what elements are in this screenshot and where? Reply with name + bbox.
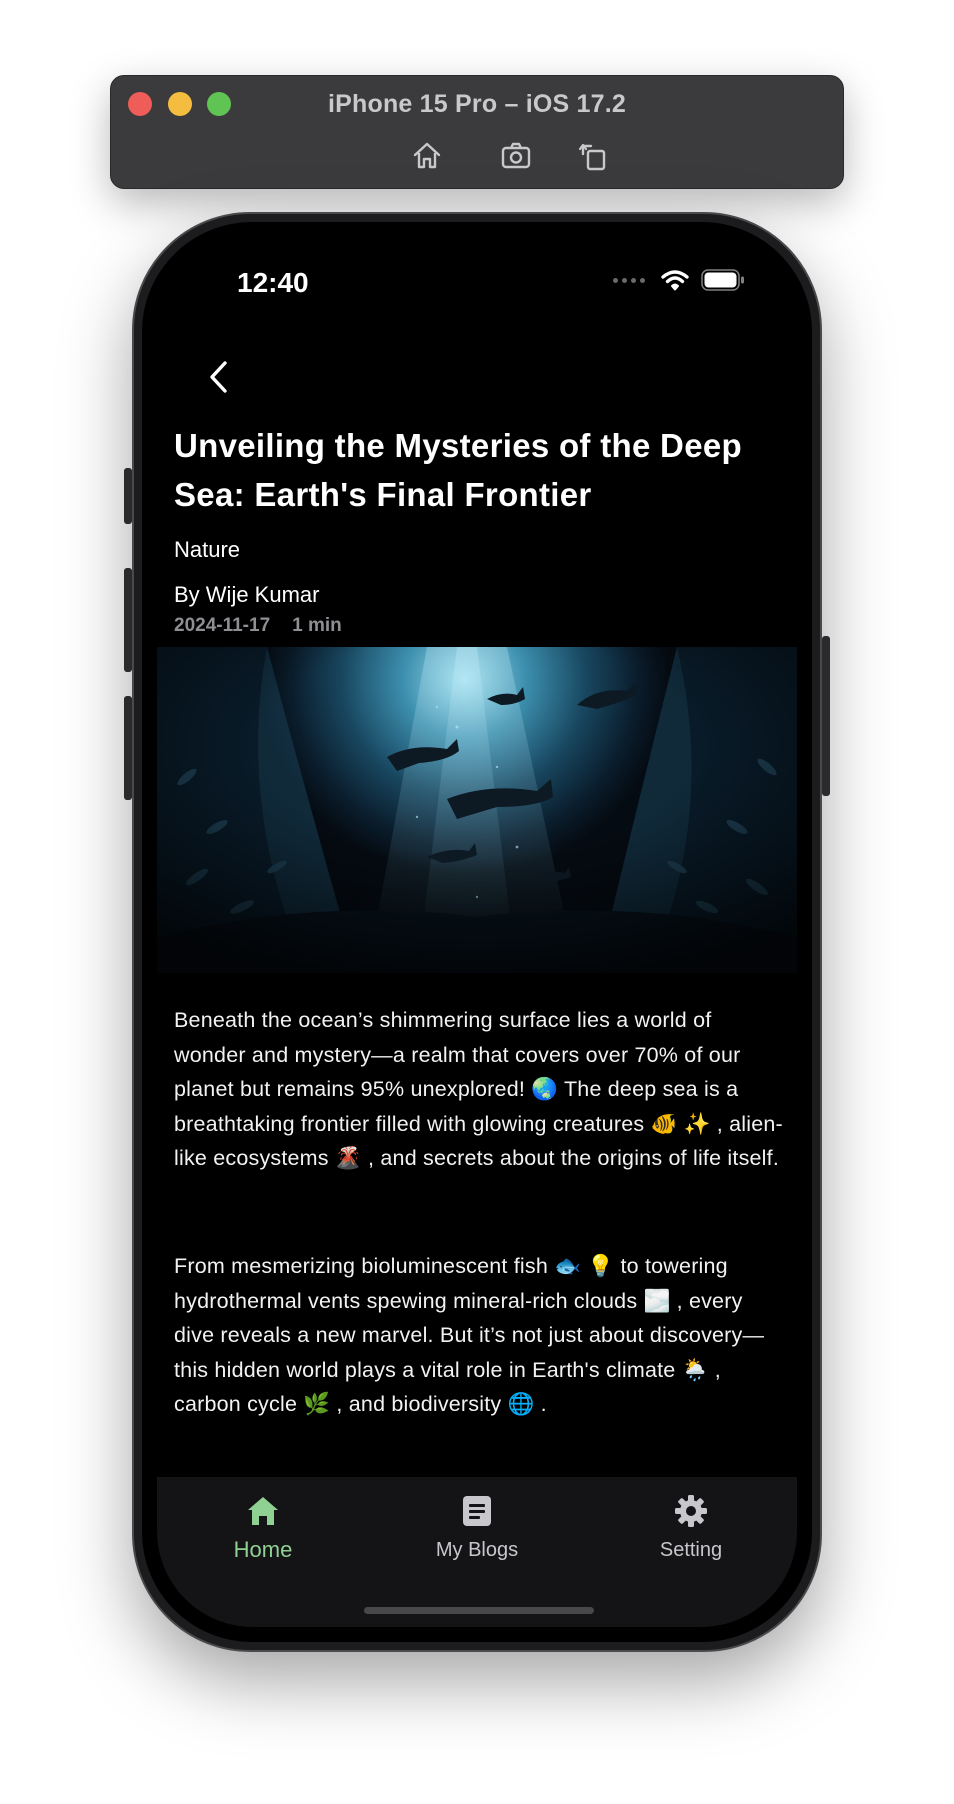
phone-screen: 12:40 Unveiling the Mysteries of the Dee… xyxy=(157,237,797,1627)
volume-up-button xyxy=(124,568,132,672)
home-icon xyxy=(413,142,441,169)
tab-label: Home xyxy=(233,1537,293,1562)
rotate-icon xyxy=(578,143,606,171)
simulator-title-bar: iPhone 15 Pro – iOS 17.2 xyxy=(110,75,844,189)
tab-my-blogs[interactable]: My Blogs xyxy=(397,1491,557,1562)
article-category: Nature xyxy=(174,537,241,562)
article-icon xyxy=(457,1491,497,1531)
article-paragraph: From mesmerizing bioluminescent fish 🐟 💡… xyxy=(174,1254,765,1416)
tab-label: Setting xyxy=(659,1539,723,1561)
status-indicators xyxy=(613,269,745,291)
article-title: Unveiling the Mysteries of the Deep Sea:… xyxy=(174,427,742,513)
gear-icon xyxy=(671,1491,711,1531)
simulator-home-button[interactable] xyxy=(407,136,447,176)
simulator-rotate-button[interactable] xyxy=(573,136,613,176)
volume-down-button xyxy=(124,696,132,800)
back-button[interactable] xyxy=(197,355,241,399)
power-button xyxy=(822,636,830,796)
status-time: 12:40 xyxy=(237,267,309,298)
simulator-title: iPhone 15 Pro – iOS 17.2 xyxy=(328,90,626,118)
home-indicator[interactable] xyxy=(364,1607,594,1614)
chevron-left-icon xyxy=(210,361,227,393)
tab-label: My Blogs xyxy=(435,1539,519,1561)
home-icon xyxy=(243,1491,283,1531)
wifi-icon xyxy=(661,270,689,291)
article-date: 2024-11-17 xyxy=(174,615,271,636)
article-paragraph: Beneath the ocean’s shimmering surface l… xyxy=(174,1008,783,1170)
simulator-screenshot-button[interactable] xyxy=(496,136,536,176)
article-read-time: 1 min xyxy=(292,615,342,636)
tab-setting[interactable]: Setting xyxy=(611,1491,771,1562)
bottom-tab-bar: Home My Blogs Setting xyxy=(157,1477,797,1627)
cellular-signal-icon xyxy=(613,277,645,283)
article-hero-image xyxy=(157,647,797,973)
action-button xyxy=(124,468,132,524)
screenshot-icon xyxy=(501,142,531,169)
article-meta: 2024-11-17 1 min xyxy=(174,615,342,637)
battery-icon xyxy=(701,269,744,291)
article-author: By Wije Kumar xyxy=(174,582,320,607)
tab-home[interactable]: Home xyxy=(183,1491,343,1563)
